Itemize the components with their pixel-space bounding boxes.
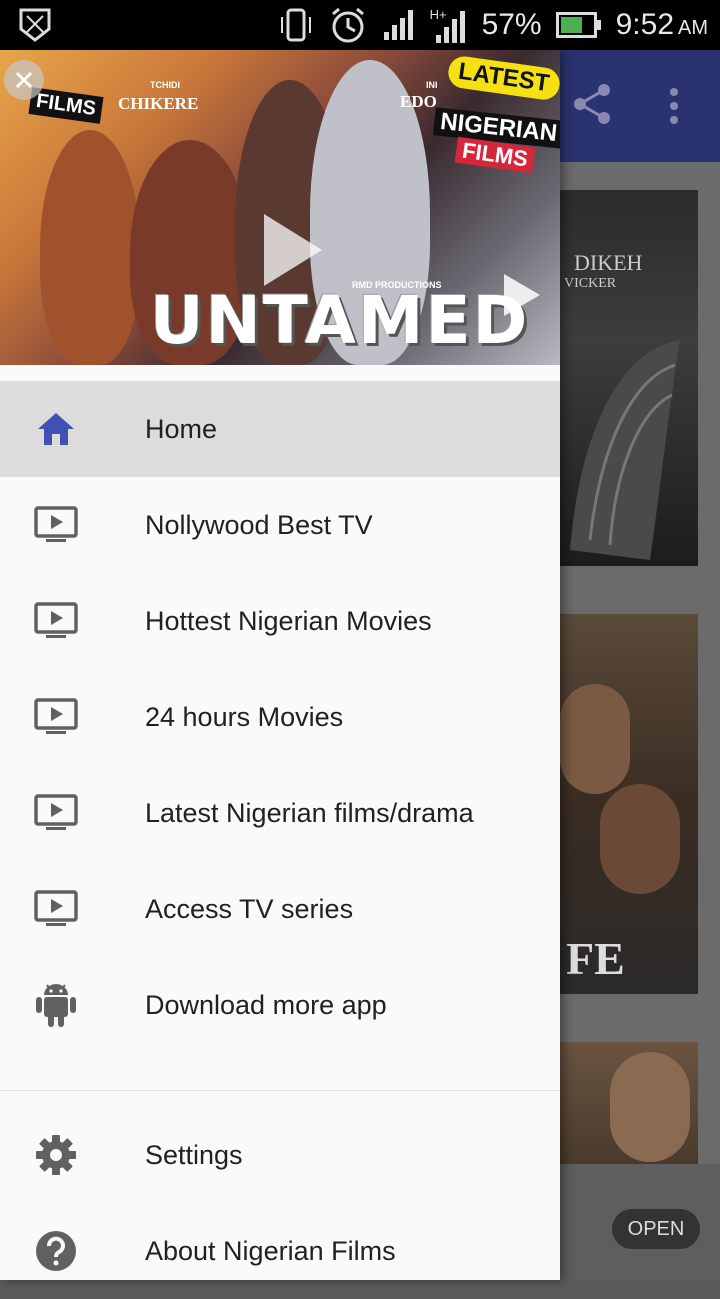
menu-item-label: About Nigerian Films	[145, 1235, 396, 1266]
close-icon	[15, 71, 33, 89]
clock: 9:52 AM	[615, 8, 708, 41]
menu-item-download-more-app[interactable]: Download more app	[0, 957, 560, 1053]
vibrate-icon	[280, 8, 311, 42]
tv-play-icon	[34, 599, 78, 643]
app-notification-icon	[19, 8, 51, 42]
banner-label: FILMS	[28, 87, 104, 124]
tv-play-icon	[34, 503, 78, 547]
movie-card[interactable]: DIKEH VICKER	[560, 190, 698, 566]
menu-item-label: Home	[145, 413, 218, 444]
banner-label: CHIKERE	[118, 94, 199, 113]
actor-image	[40, 130, 140, 365]
angel-wing-image	[570, 340, 680, 560]
home-icon	[34, 407, 78, 451]
menu-item-label: Latest Nigerian films/drama	[145, 797, 474, 828]
next-arrow-icon[interactable]	[500, 270, 544, 320]
banner-label: TCHIDI	[150, 80, 180, 90]
drawer-menu: Home Nollywood Best TV Hottest Nigerian …	[0, 381, 560, 1053]
movie-card[interactable]: FE	[560, 614, 698, 994]
menu-item-label: Download more app	[145, 989, 387, 1020]
tv-play-icon	[34, 791, 78, 835]
help-icon	[34, 1229, 78, 1273]
android-icon	[34, 983, 78, 1027]
hplus-signal-icon: H+	[430, 5, 468, 45]
gear-icon	[34, 1133, 78, 1177]
card-subtitle: VICKER	[564, 276, 617, 291]
menu-item-label: Nollywood Best TV	[145, 509, 373, 540]
signal-icon	[383, 10, 413, 40]
banner-label: LATEST	[446, 54, 560, 102]
banner-label: EDO	[400, 92, 437, 111]
actor-face-image	[560, 684, 630, 794]
menu-item-nollywood-best-tv[interactable]: Nollywood Best TV	[0, 477, 560, 573]
alarm-icon	[331, 7, 364, 43]
battery-percent: 57%	[481, 8, 542, 41]
share-icon[interactable]	[572, 82, 612, 126]
play-icon	[264, 214, 322, 286]
tv-play-icon	[34, 695, 78, 739]
menu-item-hottest-nigerian-movies[interactable]: Hottest Nigerian Movies	[0, 573, 560, 669]
drawer-secondary-menu: Settings About Nigerian Films	[0, 1088, 560, 1299]
banner-movie-title: UNTAMED	[150, 282, 530, 359]
battery-icon	[555, 12, 601, 38]
card-title: DIKEH	[574, 250, 643, 275]
drawer-header-banner: FILMS TCHIDI CHIKERE INI EDO LATEST NIGE…	[0, 50, 560, 365]
banner-label: INI	[426, 80, 438, 90]
open-button[interactable]: OPEN	[612, 1209, 700, 1249]
more-options-icon[interactable]	[668, 86, 680, 126]
menu-item-label: Hottest Nigerian Movies	[145, 605, 432, 636]
menu-item-home[interactable]: Home	[0, 381, 560, 477]
status-bar: H+ 57% 9:52 AM	[0, 0, 720, 50]
menu-item-label: Access TV series	[145, 893, 354, 924]
background-content: DIKEH VICKER FE	[560, 162, 720, 1280]
actor-face-image	[600, 784, 680, 894]
card-title: FE	[566, 933, 625, 984]
menu-item-label: 24 hours Movies	[145, 701, 344, 732]
menu-item-24-hours-movies[interactable]: 24 hours Movies	[0, 669, 560, 765]
close-banner-button[interactable]	[4, 60, 44, 100]
actor-face-image	[610, 1052, 690, 1162]
menu-item-access-tv-series[interactable]: Access TV series	[0, 861, 560, 957]
menu-item-about[interactable]: About Nigerian Films	[0, 1203, 560, 1299]
menu-item-settings[interactable]: Settings	[0, 1107, 560, 1203]
menu-item-label: Settings	[145, 1139, 243, 1170]
menu-item-latest-nigerian-films[interactable]: Latest Nigerian films/drama	[0, 765, 560, 861]
tv-play-icon	[34, 887, 78, 931]
background-app-bar	[560, 50, 720, 162]
movie-card[interactable]	[560, 1042, 698, 1164]
navigation-drawer: FILMS TCHIDI CHIKERE INI EDO LATEST NIGE…	[0, 50, 560, 1280]
menu-divider	[0, 1090, 560, 1091]
